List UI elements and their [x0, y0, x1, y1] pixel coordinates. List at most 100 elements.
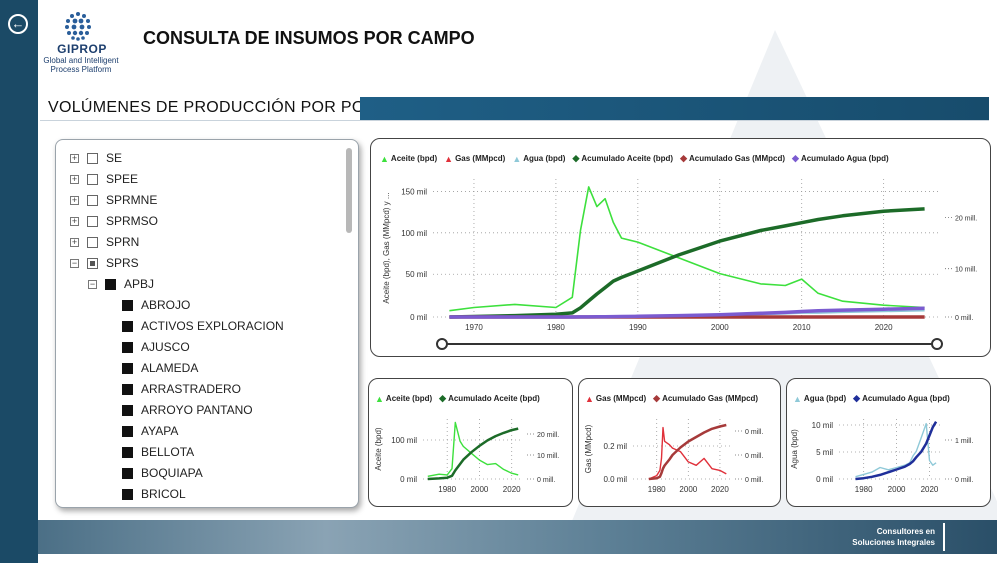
tree-item-alameda[interactable]: ALAMEDA [122, 358, 198, 378]
logo-subtitle-line-2: Process Platform [50, 65, 112, 74]
tree-checkbox[interactable] [122, 383, 133, 395]
tree-checkbox[interactable] [122, 404, 133, 416]
tree-item-bellota[interactable]: BELLOTA [122, 442, 194, 462]
tree-item-label: APBJ [124, 277, 155, 291]
tree-item-sprmso[interactable]: + SPRMSO [70, 211, 158, 231]
water-chart: ▲ Agua (bpd) ◆ Acumulado Agua (bpd) 10 mil 5… [786, 378, 991, 507]
y2-tick-label: 0 mill. [745, 453, 763, 460]
series-line [449, 207, 925, 319]
section-divider [40, 120, 989, 121]
y-tick-label: 5 mil [816, 448, 833, 457]
y2-tick-label: 0 mill. [955, 315, 973, 322]
main-chart-plot: 150 mil 100 mil 50 mil 0 mil 20 mill. 10 mill… [382, 179, 977, 350]
y-tick-label: 100 mil [401, 229, 427, 238]
y2-tick-label: 0 mill. [745, 429, 763, 436]
oil-chart-plot: 100 mil 0 mil 20 mill. 10 mill. 0 mill. 1980 2… [374, 419, 559, 494]
collapse-icon[interactable]: − [70, 258, 79, 268]
tree-checkbox[interactable] [87, 152, 98, 164]
main-production-chart: ▲ Aceite (bpd) ▲ Gas (MMpcd) ▲ Agua (bpd) ◆ Acu… [370, 138, 991, 357]
tree-item-label: AJUSCO [141, 340, 190, 354]
tree-item-sprn[interactable]: + SPRN [70, 232, 139, 252]
tree-item-bricol[interactable]: BRICOL [122, 484, 186, 504]
page-title: CONSULTA DE INSUMOS POR CAMPO [143, 28, 475, 48]
tree-item-label: ARROYO PANTANO [141, 403, 253, 417]
tree-checkbox[interactable] [122, 299, 133, 311]
tree-item-spee[interactable]: + SPEE [70, 169, 138, 189]
tree-item-label: ARRASTRADERO [141, 382, 242, 396]
expand-icon[interactable]: + [70, 216, 79, 226]
tree-checkbox[interactable] [87, 194, 98, 206]
tree-scrollbar[interactable] [346, 148, 352, 233]
tree-checkbox[interactable] [105, 278, 116, 290]
y2-tick-label: 0 mill. [537, 477, 555, 484]
tree-checkbox[interactable] [122, 341, 133, 353]
x-tick-label: 2000 [679, 485, 697, 494]
y-axis-label: Aceite (bpd), Gas (MMpcd) y ... [382, 192, 391, 303]
tree-item-label: ABROJO [141, 298, 191, 312]
giprop-logo: GIPROP Global and Intelligent Process Pl… [42, 8, 120, 80]
tree-checkbox[interactable] [122, 320, 133, 332]
tree-checkbox[interactable] [87, 173, 98, 185]
tree-checkbox[interactable] [122, 488, 133, 500]
series-line [449, 186, 925, 312]
tree-checkbox[interactable] [122, 362, 133, 374]
tree-item-ayapa[interactable]: AYAPA [122, 421, 178, 441]
x-tick-label: 1980 [855, 485, 873, 494]
tree-item-label: SPRMNE [106, 193, 158, 207]
tree-item-activos-exploracion[interactable]: ACTIVOS EXPLORACION [122, 316, 284, 336]
series-line [648, 426, 727, 480]
tree-item-arrastradero[interactable]: ARRASTRADERO [122, 379, 241, 399]
tree-checkbox[interactable] [122, 425, 133, 437]
tree-item-se[interactable]: + SE [70, 148, 122, 168]
tree-checkbox[interactable] [87, 215, 98, 227]
back-arrow-icon[interactable]: ← [8, 14, 28, 34]
tree-item-label: SPRMSO [106, 214, 159, 228]
logo-subtitle: Global and Intelligent Process Platform [42, 56, 120, 74]
footer-text: Consultores en Soluciones Integrales [852, 526, 935, 548]
tree-checkbox[interactable] [87, 257, 98, 269]
x-tick-label: 2000 [711, 323, 729, 332]
water-chart-plot: 10 mil 5 mil 0 mil 1 mill. 0 mill. 1980 2000 20… [790, 419, 973, 494]
tree-item-label: AYAPA [141, 424, 179, 438]
expand-icon[interactable]: + [70, 153, 79, 163]
tree-item-boquiapa[interactable]: BOQUIAPA [122, 463, 203, 483]
tree-item-label: SE [106, 151, 123, 165]
y-axis-label: Aceite (bpd) [374, 427, 383, 470]
x-tick-label: 2000 [888, 485, 906, 494]
expand-icon[interactable]: + [70, 195, 79, 205]
section-title: VOLÚMENES DE PRODUCCIÓN POR POZO [48, 99, 388, 116]
footer-accent-bar [943, 523, 945, 551]
y2-tick-label: 0 mill. [955, 477, 973, 484]
expand-icon[interactable]: + [70, 237, 79, 247]
tree-item-label: ALAMEDA [141, 361, 199, 375]
tree-item-ajusco[interactable]: AJUSCO [122, 337, 190, 357]
series-line [648, 423, 727, 481]
gas-chart-plot: 0.2 mil 0.0 mil 0 mill. 0 mill. 0 mill. 1980 2… [584, 419, 763, 494]
tree-checkbox[interactable] [122, 446, 133, 458]
well-tree-slicer[interactable]: + SE + SPEE + SPRMNE + SPRMSO + SPRN − SPRS − APBJ ABR… [55, 139, 359, 508]
tree-item-label: SPRS [106, 256, 139, 270]
y2-tick-label: 10 mill. [537, 453, 559, 460]
tree-item-sprs[interactable]: − SPRS [70, 253, 139, 273]
tree-item-label: SPEE [106, 172, 139, 186]
y-tick-label: 0 mil [410, 313, 427, 322]
gas-chart: ▲ Gas (MMpcd) ◆ Acumulado Gas (MMpcd) 0.2 m… [578, 378, 781, 507]
x-tick-label: 1980 [547, 323, 565, 332]
tree-item-abrojo[interactable]: ABROJO [122, 295, 190, 315]
tree-checkbox[interactable] [87, 236, 98, 248]
tree-item-label: BELLOTA [141, 445, 195, 459]
x-tick-label: 1980 [438, 485, 456, 494]
y-tick-label: 10 mil [812, 421, 834, 430]
y-axis-label: Gas (MMpcd) [584, 424, 593, 473]
y-tick-label: 150 mil [401, 187, 427, 196]
x-tick-label: 2020 [503, 485, 521, 494]
tree-checkbox[interactable] [122, 467, 133, 479]
y2-tick-label: 1 mill. [955, 438, 973, 445]
tree-item-sprmne[interactable]: + SPRMNE [70, 190, 157, 210]
collapse-icon[interactable]: − [88, 279, 97, 289]
y-tick-label: 0.2 mil [603, 442, 627, 451]
x-tick-label: 1990 [629, 323, 647, 332]
tree-item-arroyo-pantano[interactable]: ARROYO PANTANO [122, 400, 253, 420]
expand-icon[interactable]: + [70, 174, 79, 184]
tree-item-apbj[interactable]: − APBJ [88, 274, 154, 294]
